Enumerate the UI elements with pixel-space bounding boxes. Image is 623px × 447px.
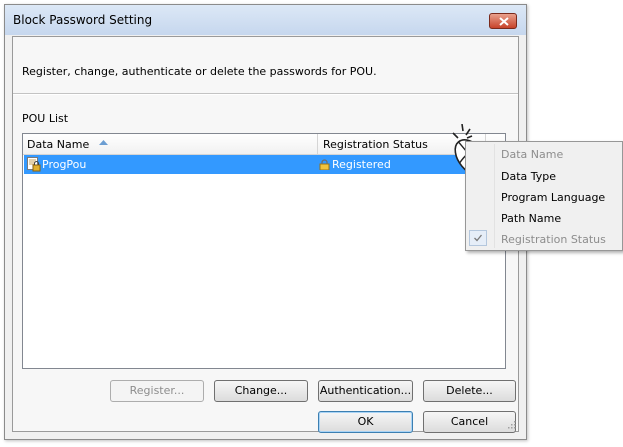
pou-data-name: ProgPou <box>42 158 87 171</box>
authentication-button[interactable]: Authentication... <box>318 380 413 402</box>
column-context-menu: Data Name Data Type Program Language Pat… <box>465 141 623 251</box>
title-bar[interactable]: Block Password Setting <box>5 5 526 35</box>
menu-item-data-type[interactable]: Data Type <box>501 170 556 183</box>
column-header-registration-status[interactable]: Registration Status <box>323 138 428 151</box>
ok-button[interactable]: OK <box>318 411 413 433</box>
resize-grip-icon[interactable] <box>506 419 516 429</box>
change-button[interactable]: Change... <box>214 380 308 402</box>
pou-program-icon <box>27 157 41 172</box>
block-password-dialog: Block Password Setting Register, change,… <box>4 4 527 440</box>
menu-checkmark-box <box>469 230 487 246</box>
cancel-button[interactable]: Cancel <box>423 411 516 433</box>
register-button[interactable]: Register... <box>110 380 204 402</box>
description-text: Register, change, authenticate or delete… <box>22 65 377 78</box>
dialog-body: Register, change, authenticate or delete… <box>12 36 519 433</box>
sort-ascending-icon <box>99 140 108 145</box>
check-icon <box>474 234 483 242</box>
delete-button[interactable]: Delete... <box>423 380 516 402</box>
window-title: Block Password Setting <box>13 13 153 27</box>
close-icon <box>499 17 509 26</box>
list-header: Data Name Registration Status <box>23 134 505 155</box>
column-header-data-name[interactable]: Data Name <box>27 138 89 151</box>
close-button[interactable] <box>489 13 517 29</box>
table-row[interactable]: ProgPou Registered <box>24 155 504 174</box>
menu-item-registration-status[interactable]: Registration Status <box>501 233 606 246</box>
lock-registered-icon <box>319 159 330 170</box>
pou-registration-status: Registered <box>332 158 391 171</box>
pou-list-label: POU List <box>22 112 69 125</box>
menu-item-program-language[interactable]: Program Language <box>501 191 605 204</box>
menu-gutter <box>494 144 495 248</box>
separator <box>13 93 518 95</box>
menu-item-path-name[interactable]: Path Name <box>501 212 561 225</box>
menu-item-data-name[interactable]: Data Name <box>501 148 563 161</box>
pou-list[interactable]: Data Name Registration Status ProgPou Re… <box>22 133 506 369</box>
column-divider[interactable] <box>317 134 318 154</box>
